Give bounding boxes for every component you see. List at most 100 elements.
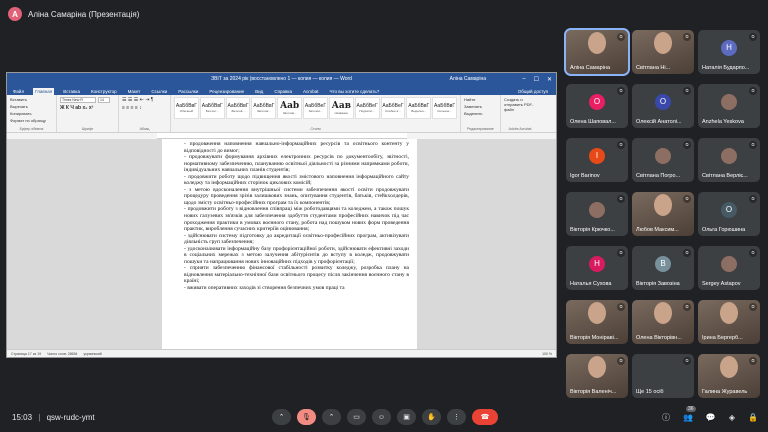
mic-off-icon: ⦸ — [617, 303, 625, 311]
activities-button[interactable]: ◈ — [729, 413, 735, 422]
participant-video — [654, 32, 672, 55]
participant-photo — [589, 201, 605, 218]
mic-off-icon: ⦸ — [683, 33, 691, 41]
tab-file: Файл — [13, 89, 25, 94]
participant-name: Любов Максим... — [636, 227, 679, 233]
paste-button: Вставить — [10, 97, 27, 102]
participant-video — [720, 302, 738, 325]
style-item: АаБбВеГ Слабое в... — [380, 97, 406, 119]
meeting-info: 15:03 | qsw-rudc-ymt — [12, 413, 95, 422]
info-icon: ⓘ — [661, 412, 670, 422]
tab-references: Ссылки — [151, 89, 168, 94]
participant-name: Вікторія Крючко... — [570, 227, 615, 233]
participant-count-badge: 36 — [685, 405, 696, 412]
mic-off-icon: ⦸ — [683, 303, 691, 311]
participant-video — [720, 356, 738, 379]
people-button[interactable]: 36 👥 — [682, 405, 696, 422]
mic-off-icon: ⦸ — [617, 357, 625, 365]
participant-tile[interactable]: ⦸ Ще 15 осіб — [632, 354, 694, 398]
tab-design: Конструктор — [90, 89, 117, 94]
mic-off-icon: ⦸ — [749, 33, 757, 41]
tab-layout: Макет — [127, 89, 141, 94]
info-button[interactable]: ⓘ — [662, 412, 670, 423]
participant-tile[interactable]: ⦸ Олена Вікторівн... — [632, 300, 694, 344]
participant-name: Ольга Горюшина — [702, 227, 746, 233]
audio-settings-button[interactable]: ⌃ — [272, 409, 291, 425]
present-icon: ▣ — [403, 414, 410, 421]
document-paragraph: - удосконалювати інформаційну базу профо… — [184, 245, 409, 265]
raise-hand-button[interactable]: ✋ — [422, 409, 441, 425]
create-pdf-button: Создать и отправить PDF-файл — [504, 97, 534, 112]
more-options-button[interactable]: ⋮ — [447, 409, 466, 425]
participant-avatar: Н — [721, 39, 737, 56]
phone-hangup-icon: ☎ — [480, 414, 490, 421]
participant-tile[interactable]: ⦸ Світлана Верліє... — [698, 138, 760, 182]
window-controls: – ☐ ✕ — [522, 76, 552, 83]
leave-call-button[interactable]: ☎ — [472, 409, 498, 425]
word-status-bar: Страница 17 из 19 Число слов: 28654 укра… — [7, 349, 556, 357]
presenter-label: A Аліна Самаріна (Презентація) — [8, 6, 139, 22]
shared-screen-word-window: ЗВІТ за 2024 рік (восстановлено 1 — копи… — [6, 72, 557, 358]
document-paragraph: - вживати оперативних заходів зі створен… — [184, 285, 345, 292]
font-group: Times New R 14 Ж К Ч ab x₂ x² Шрифт — [57, 95, 119, 132]
mic-off-icon: ⦸ — [749, 249, 757, 257]
participant-tile[interactable]: ⦸ Галина Журавель — [698, 354, 760, 398]
participant-tile[interactable]: I ⦸ Igor Barinov — [566, 138, 628, 182]
participant-tile[interactable]: ⦸ Світлана Погро... — [632, 138, 694, 182]
word-count: Число слов: 28654 — [47, 351, 78, 356]
mic-off-icon: ⦸ — [617, 141, 625, 149]
presenter-avatar: A — [8, 7, 22, 21]
tab-view: Вид — [255, 89, 264, 94]
participant-name: Олена Вікторівн... — [636, 335, 682, 341]
participant-tile[interactable]: Н ⦸ Наталья Сухова — [566, 246, 628, 290]
participant-tile[interactable]: ⦸ Вікторія Крючко... — [566, 192, 628, 236]
paragraph-group: ☰ ☰ ☰ ⇤ ⇥ ¶ ≡ ≡ ≡ ≡ ↕ Абзац — [119, 95, 171, 132]
font-format-buttons: Ж К Ч ab x₂ x² — [60, 105, 94, 111]
style-item: АаБбВвГ Выделен... — [406, 97, 432, 119]
participant-tile[interactable]: ⦸ Світлана Ні... — [632, 30, 694, 74]
participant-tile[interactable]: ⦸ Sergey Astapov — [698, 246, 760, 290]
participant-avatar: I — [589, 147, 605, 164]
maximize-icon: ☐ — [533, 76, 539, 83]
editing-label: Редактирование — [467, 127, 494, 131]
participant-tile[interactable]: О ⦸ Ольга Горюшина — [698, 192, 760, 236]
participant-name: Ще 15 осіб — [636, 389, 664, 395]
list-buttons: ☰ ☰ ☰ ⇤ ⇥ ¶ — [122, 97, 154, 103]
participant-tile[interactable]: ⦸ Anzhela Yeskova — [698, 84, 760, 128]
participant-tile[interactable]: ⦸ Аліна Самаріна — [564, 28, 630, 76]
document-paragraph: - продовжувати формування архівних елект… — [184, 154, 409, 174]
participant-video — [654, 194, 672, 217]
mic-off-icon: ⦸ — [683, 87, 691, 95]
camera-settings-button[interactable]: ⌃ — [322, 409, 341, 425]
captions-button[interactable]: ▭ — [347, 409, 366, 425]
mic-off-icon: ⦸ — [749, 141, 757, 149]
word-title-bar: ЗВІТ за 2024 рік (восстановлено 1 — копи… — [7, 73, 556, 85]
chat-button[interactable]: 💬 — [706, 413, 716, 422]
participant-photo — [721, 255, 737, 272]
language: украинский — [83, 351, 102, 356]
present-button[interactable]: ▣ — [397, 409, 416, 425]
participant-tile[interactable]: ⦸ Вікторія Моніраві... — [566, 300, 628, 344]
participant-tile[interactable]: ⦸ Ірина Бергерб... — [698, 300, 760, 344]
document-area: - продовження наповнення навчально-інфор… — [7, 139, 556, 349]
style-item: АаБбВвГ Обычный — [174, 97, 199, 119]
more-vert-icon: ⋮ — [453, 414, 460, 421]
people-icon: 👥 — [682, 412, 693, 422]
style-item: Aab Заголов... — [277, 97, 303, 119]
participant-tile[interactable]: ⦸ Вікторія Валеніч... — [566, 354, 628, 398]
participant-tile[interactable]: О ⦸ Олексій Анатолі... — [632, 84, 694, 128]
page-count: Страница 17 из 19 — [11, 351, 42, 356]
participant-tile[interactable]: ⦸ Любов Максим... — [632, 192, 694, 236]
participant-tile[interactable]: В ⦸ Вікторія Завозіна — [632, 246, 694, 290]
emoji-button[interactable]: ☺ — [372, 409, 391, 425]
document-paragraph: - здійснювати систему підготовку до акре… — [184, 232, 409, 246]
font-label: Шрифт — [81, 127, 94, 131]
participant-tile[interactable]: Н ⦸ Наталія Бударпо... — [698, 30, 760, 74]
mic-off-icon: ⦸ — [683, 249, 691, 257]
mic-toggle-button[interactable]: 🎙 — [297, 409, 316, 425]
participant-name: Igor Barinov — [570, 173, 600, 179]
participant-tile[interactable]: О ⦸ Олена Шаповал... — [566, 84, 628, 128]
participant-avatar: О — [655, 93, 671, 110]
host-controls-button[interactable]: 🔒 — [748, 413, 758, 422]
mic-off-icon: ⦸ — [617, 249, 625, 257]
